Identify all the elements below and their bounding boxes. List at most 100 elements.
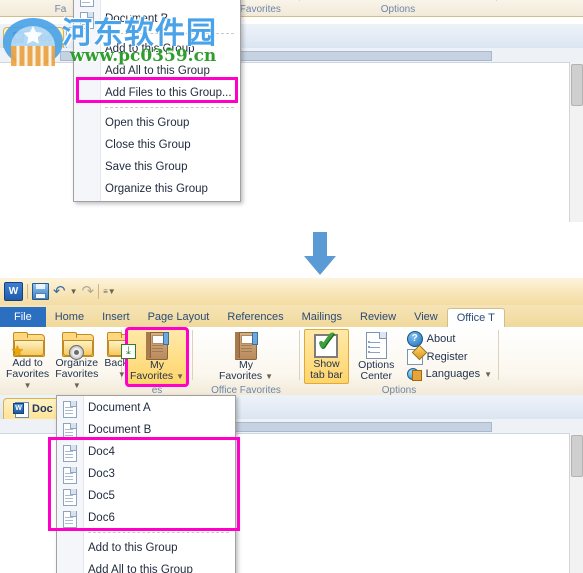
my-favorites-button[interactable]: My Favorites ▼ (125, 327, 189, 387)
button-label-line2: Center (360, 370, 392, 382)
top-favorites-dropdown-menu[interactable]: Document A Document B Add to this Group … (73, 0, 241, 202)
chevron-down-icon[interactable]: ▼ (24, 381, 32, 390)
document-icon (63, 401, 77, 418)
menu-item-open-this-group[interactable]: Open this Group (74, 112, 240, 134)
languages-button[interactable]: Languages ▼ (406, 367, 492, 381)
scrollbar-thumb[interactable] (571, 435, 583, 477)
ribbon-tab-office-tab[interactable]: Office T (446, 308, 505, 328)
menu-item-label: Add All to this Group (88, 564, 193, 573)
folder-gear-icon (61, 332, 94, 360)
redo-icon[interactable]: ↷ (82, 284, 95, 299)
languages-label: Languages (425, 368, 481, 380)
customize-toolbar-icon[interactable]: ≡▼ (103, 287, 116, 296)
menu-item-organize-this-group[interactable]: Organize this Group (74, 178, 240, 200)
menu-item-label: Add to this Group (88, 542, 178, 554)
doc-tab-label: Doc (32, 403, 53, 415)
menu-item-file[interactable]: Doc5 (57, 485, 235, 507)
panel-gap (0, 222, 583, 278)
ribbon-tab-home[interactable]: Home (46, 308, 93, 327)
options-center-button[interactable]: Options Center (351, 329, 402, 385)
menu-item-file[interactable]: Document A (57, 397, 235, 419)
menu-item-file[interactable]: Doc4 (57, 441, 235, 463)
undo-dropdown-icon[interactable]: ▼ (70, 287, 78, 296)
menu-item-file[interactable]: Doc3 (57, 463, 235, 485)
word-doc-icon: W (13, 31, 29, 47)
menu-item-label: Open this Group (105, 117, 190, 129)
folder-star-icon: ★ (11, 332, 45, 359)
blue-down-arrow-icon (300, 232, 340, 276)
doc-tab-active[interactable]: W Doc (3, 398, 64, 419)
document-icon (63, 511, 77, 528)
toolbar-separator (27, 284, 28, 299)
options-small-buttons: ? About Register Languages ▼ (404, 329, 494, 381)
menu-item-file[interactable]: Document B (57, 419, 235, 441)
ribbon-tab-view[interactable]: View (405, 308, 447, 327)
register-label: Register (426, 351, 468, 363)
vertical-scrollbar[interactable] (569, 62, 583, 222)
menu-item-file[interactable]: Document B (74, 8, 240, 30)
chevron-down-icon[interactable]: ▼ (265, 372, 273, 381)
menu-item-add-all-to-group[interactable]: Add All to this Group (57, 559, 235, 573)
vertical-scrollbar[interactable] (569, 433, 583, 573)
menu-item-add-all-to-group[interactable]: Add All to this Group (74, 60, 240, 82)
organize-favorites-button[interactable]: Organize Favorites ▼ (53, 329, 100, 394)
bottom-favorites-dropdown-menu[interactable]: Document A Document B Doc4 Doc3 Doc5 Doc… (56, 395, 236, 573)
menu-item-label: Document A (88, 402, 151, 414)
top-screenshot-panel: Fa es Office Favorites Options W Doc s (0, 0, 583, 222)
add-to-favorites-button[interactable]: ★ Add to Favorites ▼ (4, 329, 51, 394)
office-my-favorites-button[interactable]: My Favorites ▼ (217, 329, 276, 385)
scrollbar-thumb[interactable] (571, 64, 583, 106)
ribbon-group-my-favorites: My Favorites ▼ es (122, 327, 192, 396)
button-label-line2: Favorites (6, 368, 50, 380)
menu-item-add-to-group[interactable]: Add to this Group (57, 537, 235, 559)
menu-item-add-files-to-group[interactable]: Add Files to this Group... (74, 82, 240, 104)
ribbon-tab-file[interactable]: File (0, 307, 46, 327)
menu-item-label: Close this Group (105, 139, 191, 151)
ribbon-tab-strip: File Home Insert Page Layout References … (0, 305, 583, 328)
ribbon-tab-references[interactable]: References (218, 308, 292, 327)
document-icon (63, 489, 77, 506)
menu-item-label: Doc6 (88, 512, 115, 524)
ribbon-tab-review[interactable]: Review (351, 308, 405, 327)
menu-separator (88, 532, 229, 534)
save-icon[interactable] (32, 283, 49, 300)
chevron-down-icon[interactable]: ▼ (73, 381, 81, 390)
doc-tab-label: Doc (32, 32, 53, 44)
menu-item-label: Save this Group (105, 161, 188, 173)
doc-tab-active[interactable]: W Doc (3, 27, 64, 48)
menu-item-label: Document A (105, 0, 168, 3)
menu-separator (105, 33, 234, 35)
ribbon-body: ★ Add to Favorites ▼ Organize Favorites … (0, 327, 583, 405)
menu-item-file[interactable]: Doc6 (57, 507, 235, 529)
menu-item-close-this-group[interactable]: Close this Group (74, 134, 240, 156)
undo-icon[interactable]: ↶ (53, 284, 66, 299)
button-label-line2: Favorites (218, 370, 263, 382)
ribbon-tab-mailings[interactable]: Mailings (293, 308, 351, 327)
languages-globe-icon (406, 367, 422, 381)
word-icon[interactable]: W (4, 282, 23, 301)
about-label: About (426, 333, 456, 345)
menu-item-add-to-group[interactable]: Add to this Group (74, 38, 240, 60)
menu-item-label: Doc3 (88, 468, 115, 480)
menu-item-save-this-group[interactable]: Save this Group (74, 156, 240, 178)
register-icon (406, 349, 423, 365)
menu-item-label: Doc5 (88, 490, 115, 502)
ribbon-tab-page-layout[interactable]: Page Layout (139, 308, 219, 327)
document-icon (63, 423, 77, 440)
chevron-down-icon[interactable]: ▼ (484, 370, 492, 379)
show-tab-bar-button[interactable]: ✓ Show tab bar (304, 328, 349, 384)
menu-item-file[interactable]: Document A (74, 0, 240, 8)
book-icon (233, 332, 259, 360)
chevron-down-icon[interactable]: ▼ (176, 372, 184, 381)
document-icon (80, 0, 94, 7)
book-icon (144, 332, 170, 360)
document-icon (63, 467, 77, 484)
register-button[interactable]: Register (406, 349, 492, 365)
ribbon-group-options: Options (300, 0, 496, 16)
menu-item-label: Doc4 (88, 446, 115, 458)
options-page-icon (364, 332, 388, 359)
ribbon-tab-insert[interactable]: Insert (93, 308, 139, 327)
button-label-line2: Favorites (55, 368, 99, 380)
ribbon-group-favorites: ★ Add to Favorites ▼ Organize Favorites … (0, 327, 139, 405)
group-divider (498, 330, 499, 380)
